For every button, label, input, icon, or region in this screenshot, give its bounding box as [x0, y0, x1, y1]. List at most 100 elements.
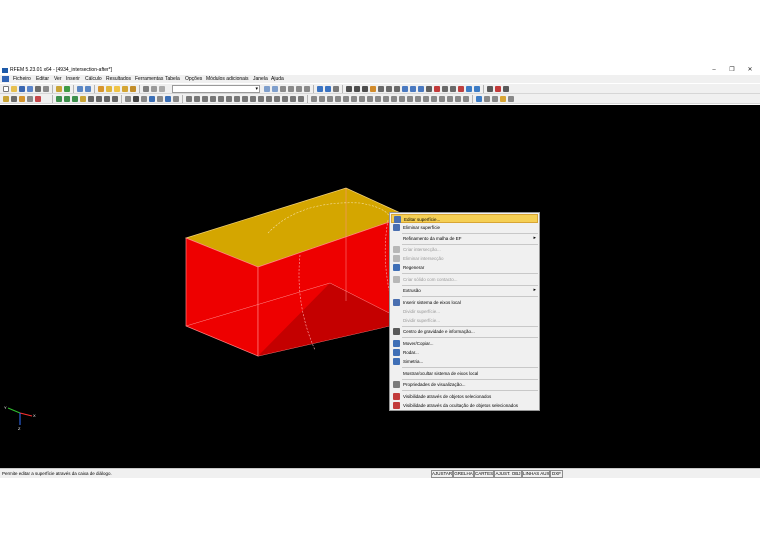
- display-24-icon[interactable]: [500, 96, 506, 102]
- tool-rotate-icon[interactable]: [104, 96, 110, 102]
- menu-rodar[interactable]: Rodar...: [391, 348, 538, 357]
- tool-move-icon[interactable]: [88, 96, 94, 102]
- menu-editar[interactable]: Editar: [36, 75, 49, 83]
- document-icon[interactable]: [2, 76, 9, 82]
- workplane-icon[interactable]: [149, 96, 155, 102]
- view-iso-icon[interactable]: [346, 86, 352, 92]
- menu-resultados[interactable]: Resultados: [106, 75, 131, 83]
- display-10-icon[interactable]: [383, 96, 389, 102]
- calculate-icon[interactable]: [114, 86, 120, 92]
- status-ajustar-button[interactable]: AJUSTAR: [431, 470, 453, 478]
- wireframe-icon[interactable]: [378, 86, 384, 92]
- display-8-icon[interactable]: [367, 96, 373, 102]
- display-6-icon[interactable]: [351, 96, 357, 102]
- print-icon[interactable]: [35, 86, 41, 92]
- pencil-icon[interactable]: [106, 86, 112, 92]
- select-2-icon[interactable]: [410, 86, 416, 92]
- member-icon[interactable]: [19, 96, 25, 102]
- previous-icon[interactable]: [264, 86, 270, 92]
- coord-icon[interactable]: [157, 96, 163, 102]
- display-21-icon[interactable]: [476, 96, 482, 102]
- status-dxf-button[interactable]: DXF: [550, 470, 563, 478]
- load-2-icon[interactable]: [64, 96, 70, 102]
- status-ajust-obj-button[interactable]: AJUST. OBJ: [494, 470, 522, 478]
- tool-mirror-icon[interactable]: [112, 96, 118, 102]
- view-x-icon[interactable]: [354, 86, 360, 92]
- view-10-icon[interactable]: [258, 96, 264, 102]
- tool-2-icon[interactable]: [495, 86, 501, 92]
- view-7-icon[interactable]: [234, 96, 240, 102]
- display-22-icon[interactable]: [484, 96, 490, 102]
- select-3-icon[interactable]: [418, 86, 424, 92]
- menu-dividir-superficie-2[interactable]: Dividir superfície...: [391, 316, 538, 325]
- zoom-icon[interactable]: [317, 86, 323, 92]
- model-view[interactable]: X Y Z: [0, 105, 760, 468]
- status-cartes-button[interactable]: CARTES: [474, 470, 494, 478]
- menu-centro-gravidade[interactable]: Centro de gravidade e informação...: [391, 327, 538, 336]
- display-5-icon[interactable]: [343, 96, 349, 102]
- menu-refinamento-malha[interactable]: Refinamento da malha de EF ▸: [391, 234, 538, 243]
- info-2-icon[interactable]: [474, 86, 480, 92]
- view-8-icon[interactable]: [242, 96, 248, 102]
- menu-ver[interactable]: Ver: [54, 75, 62, 83]
- edit-icon[interactable]: [98, 86, 104, 92]
- view-options-icon[interactable]: [280, 86, 286, 92]
- menu-extrusao[interactable]: Extrusão ▸: [391, 286, 538, 295]
- display-19-icon[interactable]: [455, 96, 461, 102]
- view-15-icon[interactable]: [298, 96, 304, 102]
- minimize-button[interactable]: –: [705, 66, 723, 75]
- results-icon[interactable]: [122, 86, 128, 92]
- tool-copy-icon[interactable]: [96, 96, 102, 102]
- menu-inserir-eixos[interactable]: Inserir sistema de eixos local: [391, 298, 538, 307]
- display-23-icon[interactable]: [492, 96, 498, 102]
- view-13-icon[interactable]: [282, 96, 288, 102]
- view-5-icon[interactable]: [218, 96, 224, 102]
- arc-icon[interactable]: [27, 96, 33, 102]
- save-all-icon[interactable]: [27, 86, 33, 92]
- menu-ficheiro[interactable]: Ficheiro: [13, 75, 31, 83]
- menu-modulos-adicionais[interactable]: Módulos adicionais: [206, 75, 249, 83]
- load-3-icon[interactable]: [72, 96, 78, 102]
- view-6-icon[interactable]: [226, 96, 232, 102]
- load-icon[interactable]: [56, 96, 62, 102]
- select-icon[interactable]: [402, 86, 408, 92]
- model-data-icon[interactable]: [56, 86, 62, 92]
- display-17-icon[interactable]: [439, 96, 445, 102]
- line-icon[interactable]: [11, 96, 17, 102]
- menu-inserir[interactable]: Inserir: [66, 75, 80, 83]
- view-options-3-icon[interactable]: [296, 86, 302, 92]
- view-11-icon[interactable]: [266, 96, 272, 102]
- view-9-icon[interactable]: [250, 96, 256, 102]
- snap-icon[interactable]: [450, 86, 456, 92]
- display-4-icon[interactable]: [335, 96, 341, 102]
- menu-ajuda[interactable]: Ajuda: [271, 75, 284, 83]
- render-icon[interactable]: [370, 86, 376, 92]
- menu-simetria[interactable]: Simetria...: [391, 357, 538, 366]
- display-20-icon[interactable]: [463, 96, 469, 102]
- display-12-icon[interactable]: [399, 96, 405, 102]
- view-1-icon[interactable]: [186, 96, 192, 102]
- section-icon[interactable]: [386, 86, 392, 92]
- menu-opcoes[interactable]: Opções: [185, 75, 202, 83]
- filter-icon[interactable]: [426, 86, 432, 92]
- menu-visibilidade-selecionados[interactable]: Visibilidade através de objetos selecion…: [391, 392, 538, 401]
- display-25-icon[interactable]: [508, 96, 514, 102]
- snap-toggle-icon[interactable]: [133, 96, 139, 102]
- load-case-select[interactable]: ▾: [172, 85, 260, 93]
- menu-propriedades-visualizacao[interactable]: Propriedades de visualização...: [391, 380, 538, 389]
- view-y-icon[interactable]: [362, 86, 368, 92]
- printout-icon[interactable]: [151, 86, 157, 92]
- tables-icon[interactable]: [130, 86, 136, 92]
- print-preview-icon[interactable]: [43, 86, 49, 92]
- display-13-icon[interactable]: [407, 96, 413, 102]
- undo-icon[interactable]: [77, 86, 83, 92]
- menu-criar-interseccao[interactable]: Criar intersecção...: [391, 245, 538, 254]
- save-icon[interactable]: [19, 86, 25, 92]
- view-4-icon[interactable]: [210, 96, 216, 102]
- menu-janela[interactable]: Janela: [253, 75, 268, 83]
- display-3-icon[interactable]: [327, 96, 333, 102]
- display-2-icon[interactable]: [319, 96, 325, 102]
- next-icon[interactable]: [272, 86, 278, 92]
- display-7-icon[interactable]: [359, 96, 365, 102]
- node-icon[interactable]: [3, 96, 9, 102]
